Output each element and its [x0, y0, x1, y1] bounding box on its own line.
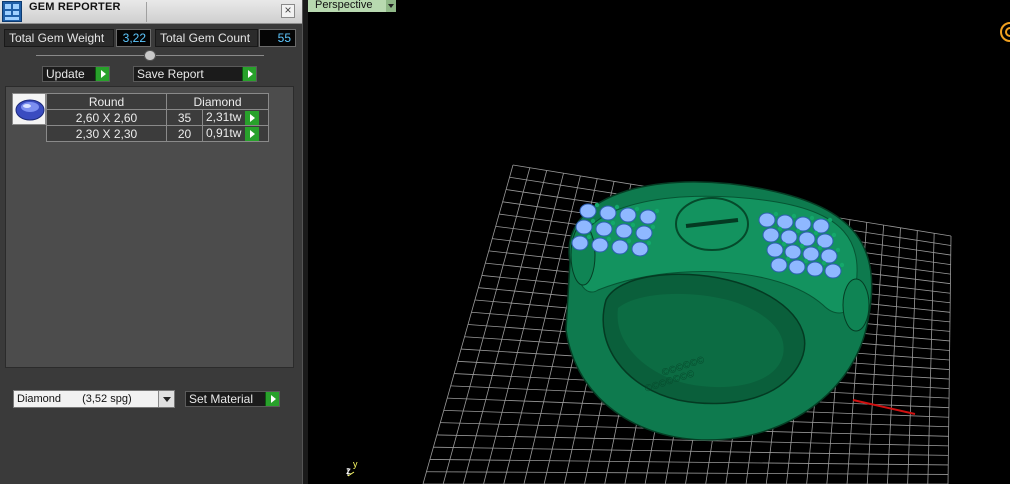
gem-size: 2,60 X 2,60 [46, 109, 167, 126]
header-shape: Round [46, 93, 167, 110]
play-arrow-icon[interactable] [244, 126, 259, 141]
total-gem-count-label: Total Gem Count [155, 29, 258, 47]
view-selector-tab[interactable]: Perspective [308, 0, 396, 12]
gem-reporter-app-icon [2, 1, 22, 22]
material-sg: (3,52 spg) [82, 393, 132, 405]
ring-model[interactable]: ©©©©©© ©©©©©©© [565, 181, 873, 441]
set-material-button[interactable]: Set Material [185, 391, 280, 407]
gem-reporter-panel: GEM REPORTER × Total Gem Weight 3,22 Tot… [0, 0, 302, 484]
save-report-button-label: Save Report [137, 67, 204, 81]
view-name: Perspective [315, 0, 373, 11]
play-arrow-icon [95, 67, 109, 81]
axis-z-label: z [346, 466, 351, 477]
update-button[interactable]: Update [42, 66, 110, 82]
axis-indicator: z y [346, 459, 358, 477]
view-gizmo-icon[interactable] [1000, 22, 1010, 42]
material-name: Diamond [17, 393, 62, 405]
material-select[interactable]: Diamond (3,52 spg) [13, 390, 175, 408]
gem-weight: 0,91tw [206, 126, 242, 141]
save-report-button[interactable]: Save Report [133, 66, 257, 82]
gem-list-area: Round Diamond 2,60 X 2,60 35 2,31tw 2,30… [5, 86, 294, 368]
close-icon[interactable]: × [281, 4, 295, 18]
total-gem-count-value: 55 [259, 29, 296, 47]
axis-y-label: y [353, 459, 358, 469]
x-axis-line [852, 399, 916, 415]
gem-table-header: Round Diamond [46, 93, 269, 110]
panel-titlebar: GEM REPORTER × [0, 0, 302, 24]
gem-weight-cell: 0,91tw [202, 125, 269, 142]
title-separator [146, 2, 147, 22]
round-gem-thumbnail[interactable] [12, 93, 46, 125]
play-arrow-icon[interactable] [244, 110, 259, 125]
panel-splitter-handle[interactable] [144, 50, 156, 61]
play-arrow-icon [242, 67, 256, 81]
update-button-label: Update [46, 67, 85, 81]
gem-weight-cell: 2,31tw [202, 109, 269, 126]
table-row[interactable]: 2,30 X 2,30 20 0,91tw [46, 125, 269, 142]
gem-count: 35 [166, 109, 203, 126]
header-material: Diamond [166, 93, 269, 110]
play-arrow-icon [265, 392, 279, 406]
set-material-button-label: Set Material [189, 392, 254, 406]
gem-table: Round Diamond 2,60 X 2,60 35 2,31tw 2,30… [46, 93, 269, 142]
panel-title: GEM REPORTER [29, 1, 121, 13]
gem-count: 20 [166, 125, 203, 142]
table-row[interactable]: 2,60 X 2,60 35 2,31tw [46, 109, 269, 126]
chevron-down-icon[interactable] [386, 0, 396, 12]
total-gem-weight-value: 3,22 [116, 29, 151, 47]
3d-viewport[interactable]: ©©©©©© ©©©©©©© z y [308, 0, 1010, 484]
gem-size: 2,30 X 2,30 [46, 125, 167, 142]
chevron-down-icon [158, 391, 174, 407]
total-gem-weight-label: Total Gem Weight [4, 29, 114, 47]
gem-weight: 2,31tw [206, 110, 242, 125]
